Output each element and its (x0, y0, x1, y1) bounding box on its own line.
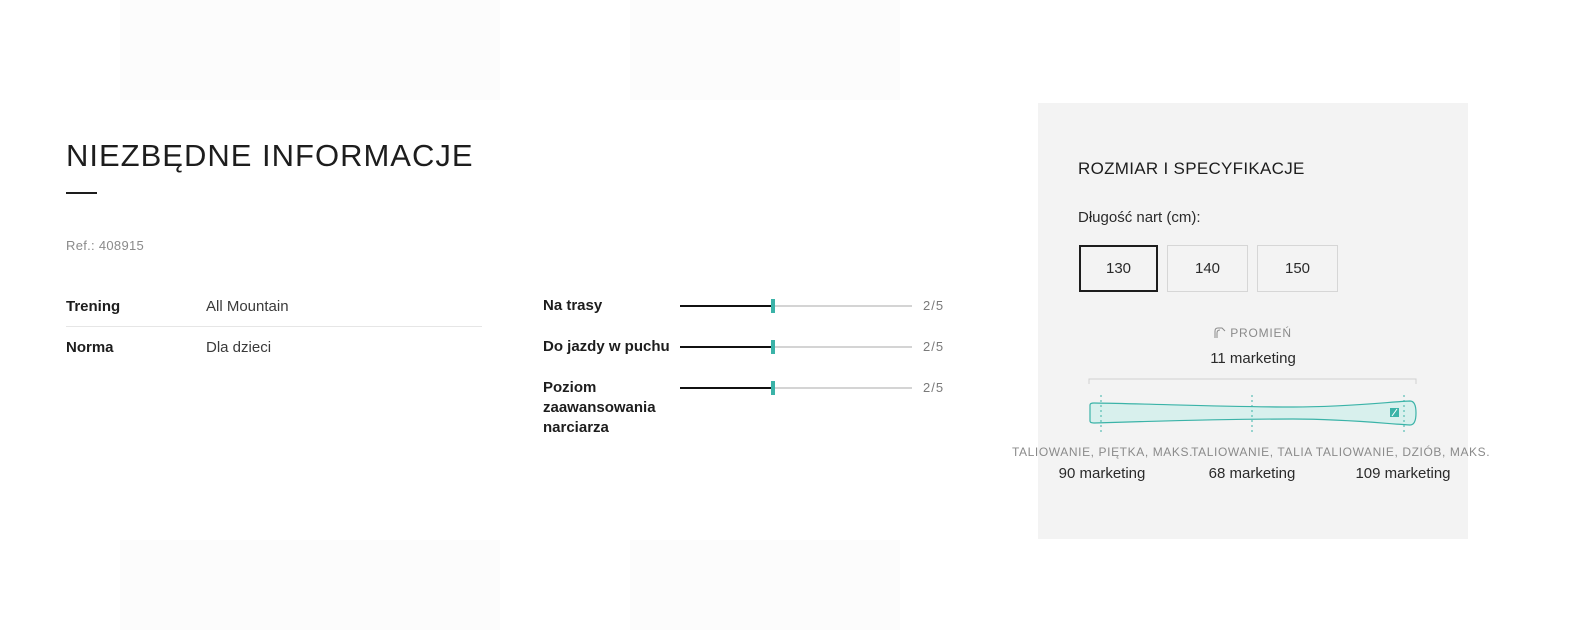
ski-length-bracket (1088, 378, 1417, 384)
size-options: 130 140 150 (1079, 245, 1338, 292)
background-block (630, 0, 900, 100)
info-value: All Mountain (206, 297, 289, 315)
ski-diagram (1088, 378, 1417, 435)
ski-radius-icon (1214, 327, 1226, 338)
rating-bar (680, 299, 912, 313)
rating-bar (680, 381, 912, 395)
product-info-page: NIEZBĘDNE INFORMACJE Ref.: 408915 Trenin… (0, 0, 1578, 630)
rating-score: 2/5 (923, 380, 945, 395)
background-block (630, 540, 900, 630)
spec-title: ROZMIAR I SPECYFIKACJE (1078, 159, 1305, 178)
title-underline (66, 192, 97, 194)
ski-shape (1089, 400, 1417, 426)
background-block (120, 0, 500, 100)
size-option-150[interactable]: 150 (1257, 245, 1338, 292)
info-label: Trening (66, 297, 121, 315)
ski-length-label: Długość nart (cm): (1078, 209, 1201, 226)
info-row-training: Trening All Mountain (66, 286, 482, 327)
radius-value: 11 marketing (1210, 350, 1296, 367)
rating-bar-fill (680, 346, 773, 348)
rating-label: Poziom zaawansowania narciarza (543, 379, 656, 436)
rating-label: Do jazdy w puchu (543, 338, 670, 355)
sidecut-tip: TALIOWANIE, DZIÓB, MAKS. 109 marketing (1313, 445, 1493, 482)
size-spec-panel: ROZMIAR I SPECYFIKACJE Długość nart (cm)… (1012, 103, 1490, 539)
rating-bar-marker (770, 381, 775, 395)
rating-piste: Na trasy 2/5 (543, 296, 963, 337)
rating-powder: Do jazdy w puchu 2/5 (543, 337, 963, 378)
info-table: Trening All Mountain Norma Dla dzieci (66, 286, 482, 367)
size-option-130[interactable]: 130 (1079, 245, 1158, 292)
sidecut-value: 109 marketing (1355, 465, 1451, 482)
rating-score: 2/5 (923, 298, 945, 313)
rating-bar-marker (770, 299, 775, 313)
ratings-list: Na trasy 2/5 Do jazdy w puchu 2/5 Poziom… (543, 296, 963, 436)
rating-bar-fill (680, 305, 773, 307)
rating-label: Na trasy (543, 297, 603, 314)
info-row-norm: Norma Dla dzieci (66, 327, 482, 367)
rating-score: 2/5 (923, 339, 945, 354)
product-reference: Ref.: 408915 (66, 238, 145, 253)
rating-bar-marker (770, 340, 775, 354)
size-option-140[interactable]: 140 (1167, 245, 1248, 292)
radius-label: PROMIEŃ (1230, 326, 1292, 340)
info-label: Norma (66, 338, 114, 356)
page-title: NIEZBĘDNE INFORMACJE (66, 138, 474, 173)
rating-bar (680, 340, 912, 354)
sidecut-label: TALIOWANIE, DZIÓB, MAKS. (1315, 445, 1491, 459)
radius-label-wrap: PROMIEŃ (1214, 326, 1292, 340)
radius-block: PROMIEŃ 11 marketing (1038, 326, 1468, 367)
info-value: Dla dzieci (206, 338, 272, 356)
rating-skier-level: Poziom zaawansowania narciarza 2/5 (543, 378, 963, 436)
rating-bar-fill (680, 387, 773, 389)
background-block (120, 540, 500, 630)
